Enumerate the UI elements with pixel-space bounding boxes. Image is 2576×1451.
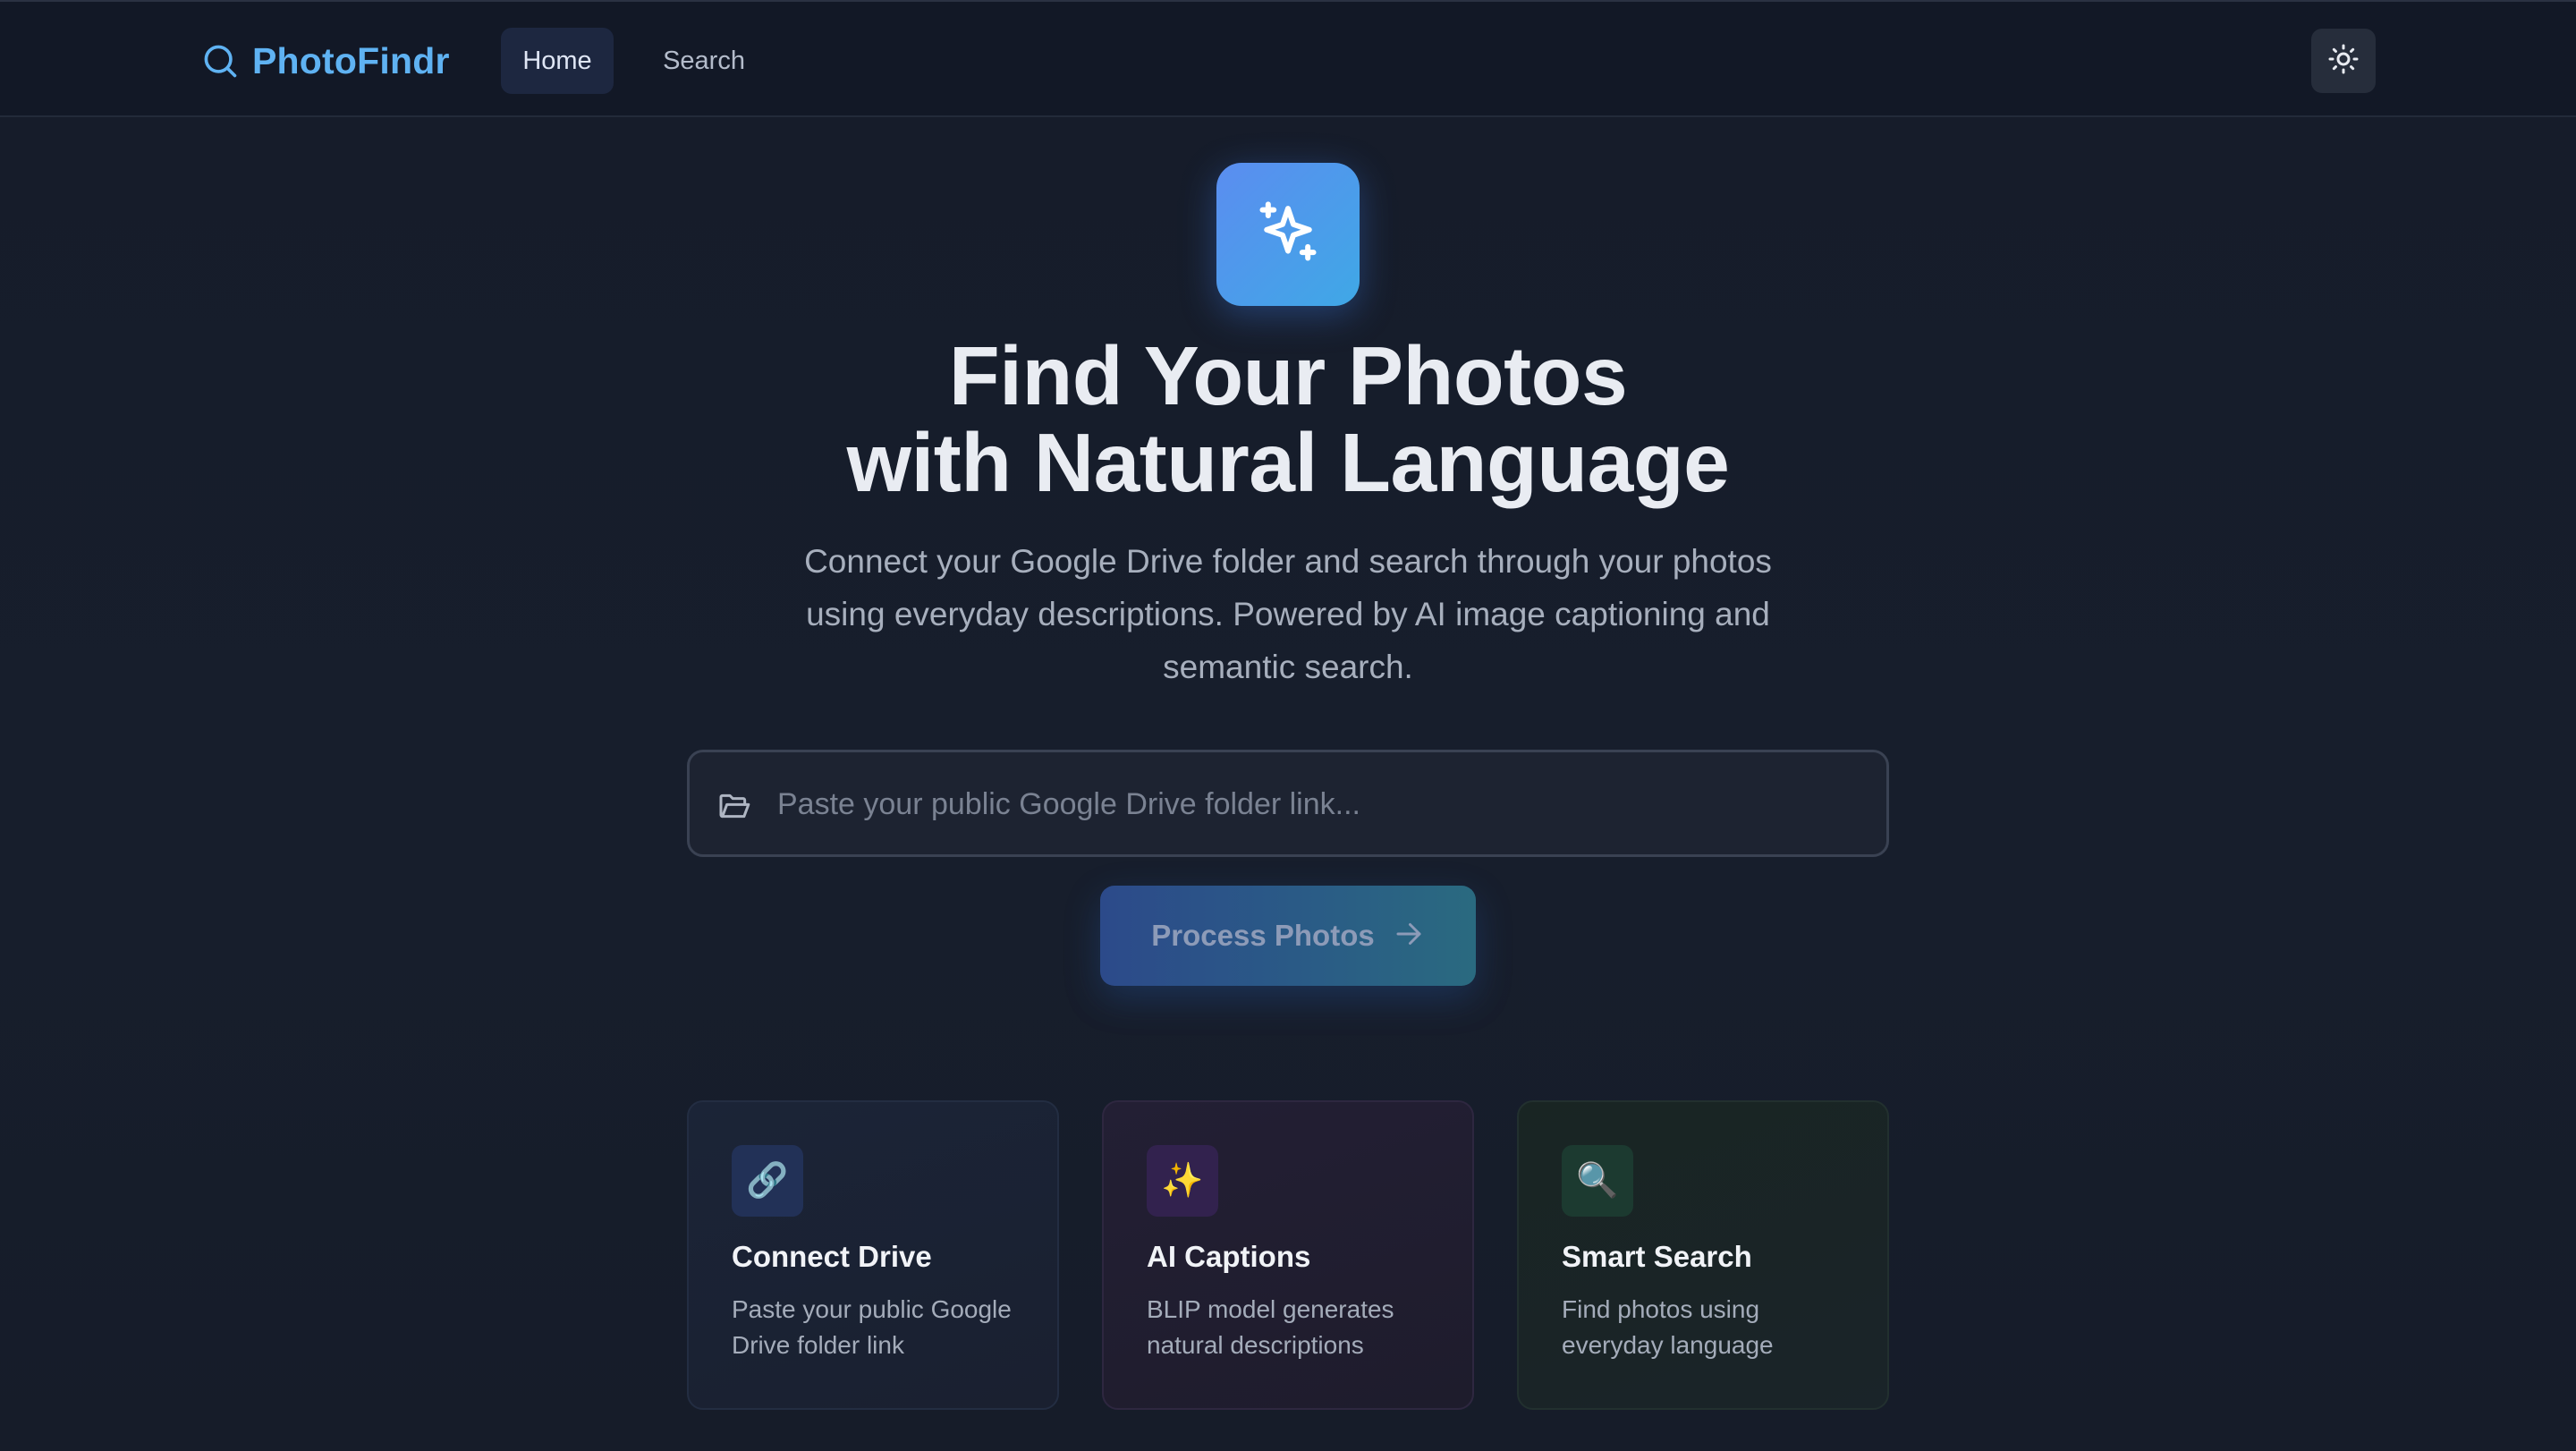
feature-title: Smart Search [1562, 1240, 1752, 1273]
sun-icon [2327, 43, 2360, 80]
feature-description: Find photos using everyday language [1562, 1295, 1774, 1359]
brand-name: PhotoFindr [252, 39, 450, 81]
process-photos-label: Process Photos [1151, 919, 1375, 952]
drive-link-input[interactable] [775, 752, 1870, 856]
arrow-right-icon [1393, 918, 1425, 955]
sparkles-icon: ✨ [1147, 1145, 1218, 1217]
feature-card-ai-captions: ✨ AI Captions BLIP model generates natur… [1102, 1100, 1474, 1410]
process-photos-button[interactable]: Process Photos [1100, 886, 1476, 986]
feature-title: Connect Drive [732, 1240, 932, 1273]
search-icon [200, 41, 240, 81]
drive-link-field [687, 750, 1889, 857]
feature-description: BLIP model generates natural description… [1147, 1295, 1394, 1359]
hero-subtitle: Connect your Google Drive folder and sea… [804, 543, 1772, 685]
feature-title: AI Captions [1147, 1240, 1311, 1273]
feature-card-smart-search: 🔍 Smart Search Find photos using everyda… [1517, 1100, 1889, 1410]
hero-badge [1216, 163, 1360, 306]
link-icon: 🔗 [732, 1145, 803, 1217]
nav-link-search[interactable]: Search [644, 28, 764, 94]
hero-title: Find Your Photos with Natural Language [483, 333, 2093, 506]
sparkles-icon [1254, 199, 1322, 271]
hero-title-line2: with Natural Language [846, 416, 1730, 509]
theme-toggle-button[interactable] [2311, 29, 2376, 93]
brand-logo[interactable]: PhotoFindr [200, 38, 450, 84]
magnifier-icon: 🔍 [1562, 1145, 1633, 1217]
top-navbar: PhotoFindr Home Search [0, 0, 2576, 117]
hero-title-line1: Find Your Photos [948, 329, 1628, 422]
feature-card-connect-drive: 🔗 Connect Drive Paste your public Google… [687, 1100, 1059, 1410]
feature-description: Paste your public Google Drive folder li… [732, 1295, 1012, 1359]
folder-icon [716, 788, 752, 828]
nav-link-home[interactable]: Home [501, 28, 614, 94]
